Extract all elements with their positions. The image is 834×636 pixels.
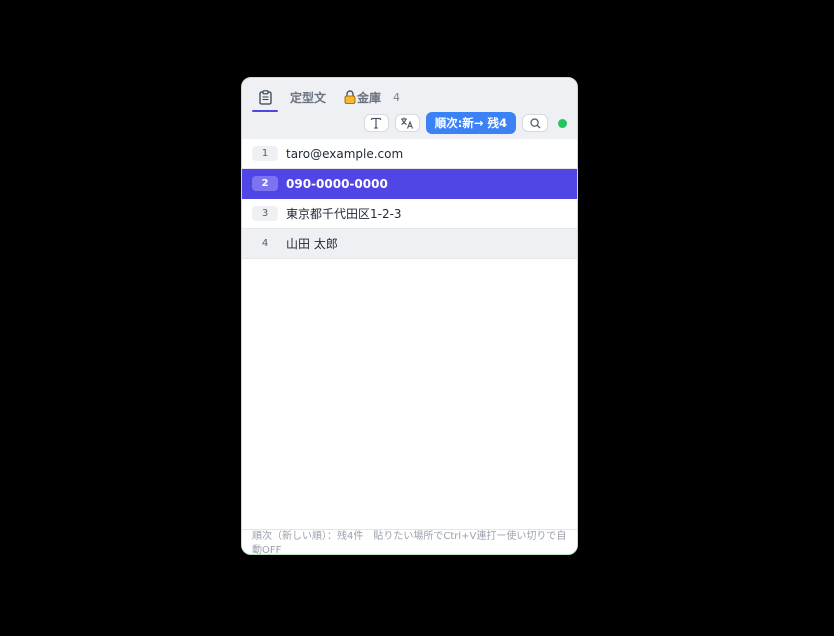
list-item[interactable]: 4 山田 太郎 bbox=[242, 229, 577, 259]
clipboard-icon bbox=[258, 89, 272, 105]
translate-icon bbox=[401, 117, 414, 129]
tab-clipboard[interactable] bbox=[252, 85, 278, 112]
item-text: taro@example.com bbox=[286, 146, 404, 161]
clip-list: 1 taro@example.com 2 090-0000-0000 3 東京都… bbox=[242, 139, 577, 259]
status-indicator bbox=[558, 118, 567, 128]
status-footer: 順次（新しい順）：残4件 貼りたい場所でCtrl+V連打ー使い切りで自動OFF bbox=[242, 529, 577, 554]
tab-templates[interactable]: 定型文 bbox=[290, 85, 326, 109]
item-number: 3 bbox=[252, 206, 278, 221]
item-text: 東京都千代田区1-2-3 bbox=[286, 207, 402, 221]
tab-bar: 定型文 金庫 4 bbox=[252, 85, 401, 112]
top-bar: 定型文 金庫 4 順次:新→ 残4 bbox=[242, 78, 577, 139]
order-mode-button[interactable]: 順次:新→ 残4 bbox=[425, 112, 516, 134]
search-icon bbox=[529, 117, 540, 128]
text-format-icon bbox=[371, 117, 382, 129]
vault-count-badge: 4 bbox=[393, 90, 401, 104]
tab-vault[interactable]: 金庫 bbox=[344, 85, 381, 109]
item-number: 1 bbox=[252, 146, 278, 161]
item-text: 090-0000-0000 bbox=[286, 176, 388, 191]
item-text: 山田 太郎 bbox=[286, 237, 338, 251]
text-format-button[interactable] bbox=[363, 114, 389, 132]
list-item[interactable]: 2 090-0000-0000 bbox=[242, 169, 577, 199]
clipboard-window: 定型文 金庫 4 順次:新→ 残4 1 taro@example.com 2 0… bbox=[241, 77, 578, 555]
list-item[interactable]: 1 taro@example.com bbox=[242, 139, 577, 169]
translate-button[interactable] bbox=[394, 114, 420, 132]
tab-templates-label: 定型文 bbox=[290, 90, 327, 105]
tab-vault-label: 金庫 bbox=[357, 90, 382, 105]
item-number: 2 bbox=[252, 176, 278, 191]
search-button[interactable] bbox=[522, 114, 548, 132]
list-item[interactable]: 3 東京都千代田区1-2-3 bbox=[242, 199, 577, 229]
item-number: 4 bbox=[261, 238, 269, 249]
toolbar: 順次:新→ 残4 bbox=[363, 112, 567, 134]
lock-icon bbox=[344, 90, 356, 104]
